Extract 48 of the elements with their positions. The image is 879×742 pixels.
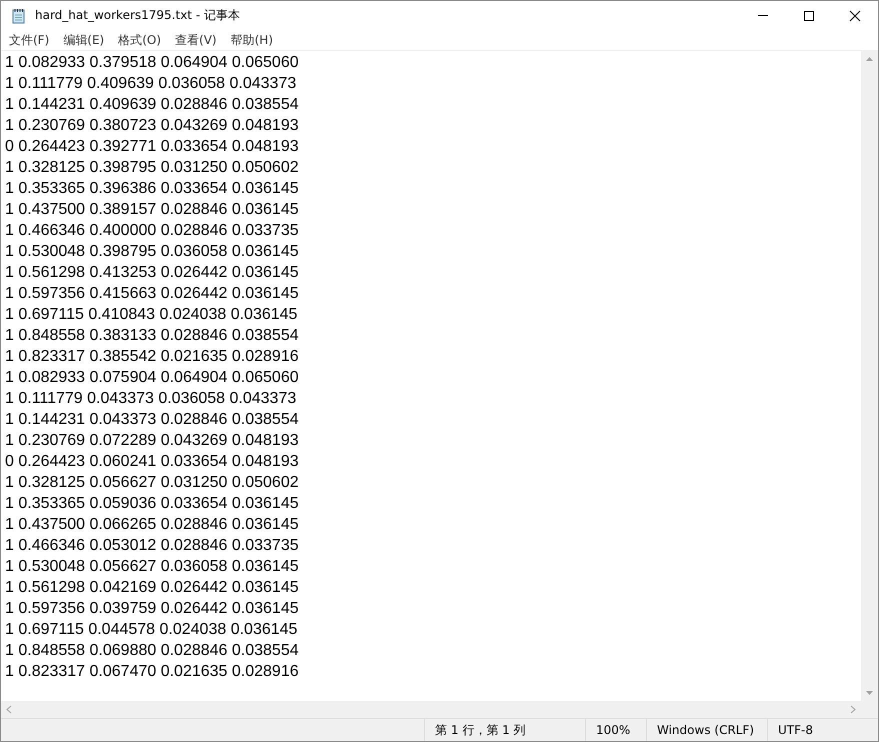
text-line: 1 0.144231 0.409639 0.028846 0.038554 xyxy=(5,95,299,115)
encoding: UTF-8 xyxy=(767,719,878,741)
text-line: 1 0.697115 0.044578 0.024038 0.036145 xyxy=(5,620,298,640)
menu-item[interactable]: 格式(O) xyxy=(111,32,168,48)
text-line: 0 0.264423 0.392771 0.033654 0.048193 xyxy=(5,137,299,157)
text-line: 1 0.353365 0.396386 0.033654 0.036145 xyxy=(5,179,299,199)
text-line: 0 0.264423 0.060241 0.033654 0.048193 xyxy=(5,452,299,472)
horizontal-scrollbar[interactable] xyxy=(1,701,878,718)
menu-item[interactable]: 编辑(E) xyxy=(56,32,112,48)
text-line: 1 0.437500 0.389157 0.028846 0.036145 xyxy=(5,200,299,220)
text-line: 1 0.561298 0.413253 0.026442 0.036145 xyxy=(5,263,299,283)
text-line: 1 0.111779 0.409639 0.036058 0.043373 xyxy=(5,74,296,94)
text-line: 1 0.597356 0.039759 0.026442 0.036145 xyxy=(5,599,299,619)
menu-item[interactable]: 查看(V) xyxy=(168,32,224,48)
down-arrow-icon[interactable] xyxy=(865,688,874,697)
maximize-icon xyxy=(803,10,815,22)
text-line: 1 0.823317 0.067470 0.021635 0.028916 xyxy=(5,662,299,682)
menu-item[interactable]: 文件(F) xyxy=(2,32,56,48)
close-icon xyxy=(849,10,861,22)
text-line: 1 0.848558 0.383133 0.028846 0.038554 xyxy=(5,326,299,346)
text-line: 1 0.530048 0.056627 0.036058 0.036145 xyxy=(5,557,299,577)
text-line: 1 0.823317 0.385542 0.021635 0.028916 xyxy=(5,347,299,367)
notepad-icon xyxy=(11,8,27,24)
text-line: 1 0.466346 0.400000 0.028846 0.033735 xyxy=(5,221,299,241)
window-title: hard_hat_workers1795.txt - 记事本 xyxy=(35,7,241,24)
vertical-scrollbar[interactable] xyxy=(861,51,878,701)
line-ending: Windows (CRLF) xyxy=(646,719,767,741)
menu-item[interactable]: 帮助(H) xyxy=(224,32,280,48)
up-arrow-icon[interactable] xyxy=(865,55,874,64)
text-line: 1 0.082933 0.075904 0.064904 0.065060 xyxy=(5,368,299,388)
text-line: 1 0.597356 0.415663 0.026442 0.036145 xyxy=(5,284,299,304)
text-line: 1 0.697115 0.410843 0.024038 0.036145 xyxy=(5,305,298,325)
text-line: 1 0.466346 0.053012 0.028846 0.033735 xyxy=(5,536,299,556)
text-line: 1 0.230769 0.380723 0.043269 0.048193 xyxy=(5,116,299,136)
cursor-position: 第 1 行，第 1 列 xyxy=(424,719,585,741)
text-line: 1 0.328125 0.056627 0.031250 0.050602 xyxy=(5,473,299,493)
minimize-icon xyxy=(758,15,768,16)
text-line: 1 0.144231 0.043373 0.028846 0.038554 xyxy=(5,410,299,430)
text-line: 1 0.437500 0.066265 0.028846 0.036145 xyxy=(5,515,299,535)
text-line: 1 0.328125 0.398795 0.031250 0.050602 xyxy=(5,158,299,178)
text-line: 1 0.561298 0.042169 0.026442 0.036145 xyxy=(5,578,299,598)
text-line: 1 0.353365 0.059036 0.033654 0.036145 xyxy=(5,494,299,514)
text-line: 1 0.848558 0.069880 0.028846 0.038554 xyxy=(5,641,299,661)
zoom-level: 100% xyxy=(585,719,646,741)
text-line: 1 0.530048 0.398795 0.036058 0.036145 xyxy=(5,242,299,262)
text-line: 1 0.082933 0.379518 0.064904 0.065060 xyxy=(5,53,299,73)
text-line: 1 0.230769 0.072289 0.043269 0.048193 xyxy=(5,431,299,451)
text-line: 1 0.111779 0.043373 0.036058 0.043373 xyxy=(5,389,296,409)
